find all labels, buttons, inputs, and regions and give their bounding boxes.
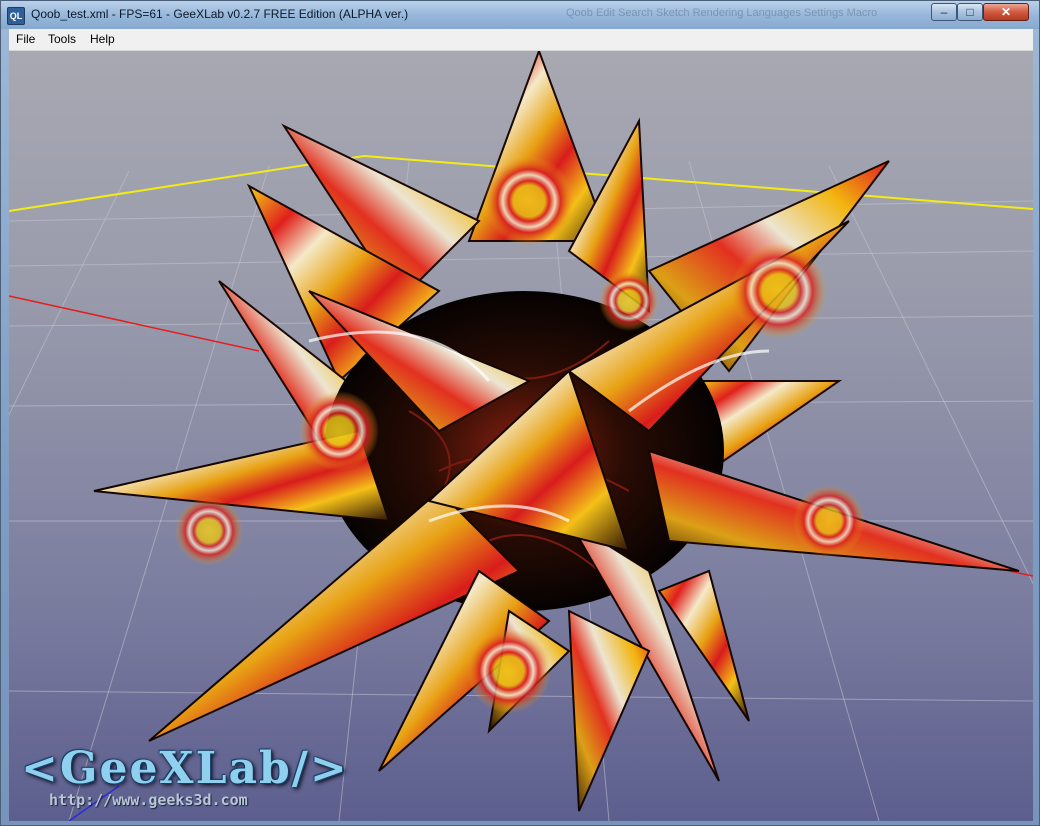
minimize-icon: – — [940, 5, 948, 19]
menu-bar: File Tools Help — [9, 29, 1033, 51]
menu-tools[interactable]: Tools — [48, 32, 76, 46]
geexlab-app-icon[interactable]: QL — [7, 7, 25, 25]
app-window: QL Qoob_test.xml - FPS=61 - GeeXLab v0.2… — [0, 0, 1040, 826]
maximize-icon: □ — [966, 5, 974, 19]
menu-help[interactable]: Help — [90, 32, 115, 46]
title-bar[interactable]: QL Qoob_test.xml - FPS=61 - GeeXLab v0.2… — [1, 1, 1039, 29]
close-icon: ✕ — [1000, 5, 1012, 19]
geexlab-logo: <GeeXLab/> — [21, 743, 349, 794]
spiky-mesh — [93, 51, 1020, 812]
close-button[interactable]: ✕ — [983, 3, 1029, 21]
3d-viewport[interactable]: <GeeXLab/> http://www.geeks3d.com — [9, 51, 1033, 821]
minimize-button[interactable]: – — [931, 3, 957, 21]
menu-file[interactable]: File — [16, 32, 35, 46]
maximize-button[interactable]: □ — [957, 3, 983, 21]
geeks3d-url: http://www.geeks3d.com — [49, 791, 248, 809]
background-window-title: Qoob Edit Search Sketch Rendering Langua… — [566, 7, 878, 19]
scene-render — [9, 51, 1033, 821]
window-title: Qoob_test.xml - FPS=61 - GeeXLab v0.2.7 … — [31, 7, 409, 21]
